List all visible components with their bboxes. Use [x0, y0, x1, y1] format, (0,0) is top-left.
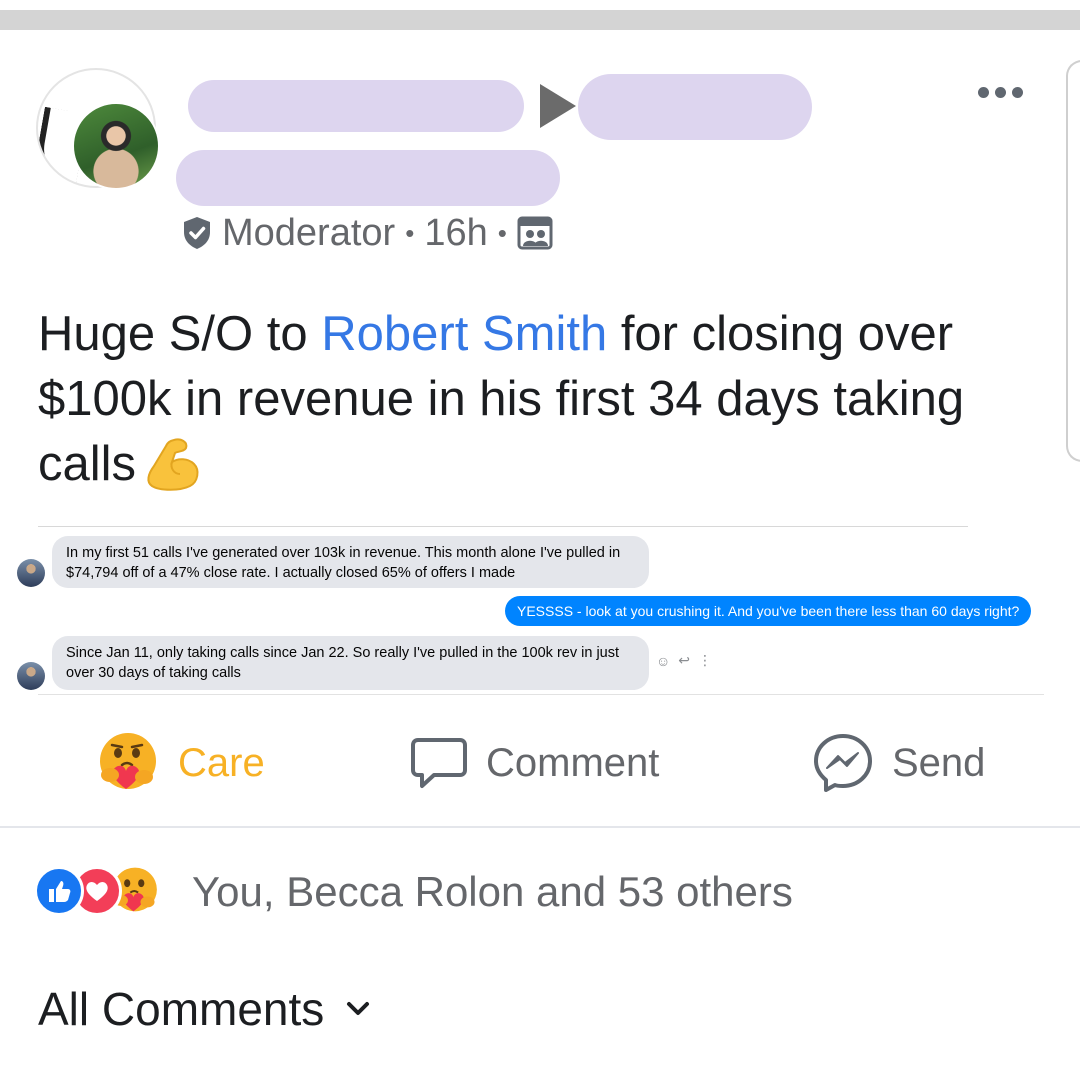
chat-avatar [17, 662, 45, 690]
smiley-icon: ☺ [656, 652, 671, 669]
more-vertical-icon: ⋮ [698, 652, 713, 668]
messenger-icon [814, 734, 872, 792]
more-options-icon[interactable] [972, 82, 1028, 102]
chat-avatar [17, 559, 45, 587]
chat-message-received: In my first 51 calls I've generated over… [52, 536, 649, 588]
mention-link[interactable]: Robert Smith [321, 307, 607, 361]
post-text: Huge S/O to Robert Smith for closing ove… [38, 302, 1048, 497]
chat-screenshot-bottom-border [38, 694, 1044, 695]
author-avatar[interactable] [72, 102, 160, 190]
group-audience-icon [517, 216, 553, 250]
moderator-label: Moderator [222, 211, 396, 254]
comments-filter-dropdown[interactable]: All Comments [38, 982, 370, 1036]
send-label: Send [892, 740, 986, 785]
post-text-start: Huge S/O to [38, 307, 322, 361]
post-time[interactable]: 16h [424, 212, 487, 255]
comment-label: Comment [486, 740, 660, 785]
comment-button[interactable]: Comment [410, 730, 659, 796]
send-button[interactable]: Send [812, 730, 985, 796]
comments-filter-label: All Comments [38, 983, 325, 1035]
post-meta: Moderator • 16h • [182, 210, 553, 256]
top-divider [0, 10, 1080, 30]
meta-separator: • [405, 217, 415, 248]
chat-message-sent: YESSSS - look at you crushing it. And yo… [505, 596, 1032, 626]
care-button[interactable]: Care [96, 730, 265, 796]
meta-separator: • [497, 217, 507, 248]
redacted-author-name [188, 80, 524, 132]
scroll-edge [1066, 60, 1080, 462]
message-tools: ☺ ↩ ⋮ [656, 652, 712, 669]
flexed-biceps-emoji [147, 438, 199, 491]
like-reaction-icon [34, 866, 84, 916]
care-label: Care [178, 740, 265, 785]
section-divider [0, 826, 1080, 828]
chevron-down-icon [347, 1002, 370, 1015]
arrow-right-icon [540, 84, 576, 128]
moderator-shield-icon [184, 217, 210, 249]
reply-icon: ↩ [678, 652, 691, 668]
reaction-icons[interactable] [34, 862, 157, 920]
redacted-group-name-line2 [176, 150, 560, 206]
comment-icon [411, 738, 467, 788]
care-emoji-icon [100, 733, 156, 789]
chat-message-received: Since Jan 11, only taking calls since Ja… [52, 636, 649, 690]
reactions-summary[interactable]: You, Becca Rolon and 53 others [192, 866, 793, 918]
chat-screenshot-top-border [38, 526, 968, 527]
redacted-group-name [578, 74, 812, 140]
